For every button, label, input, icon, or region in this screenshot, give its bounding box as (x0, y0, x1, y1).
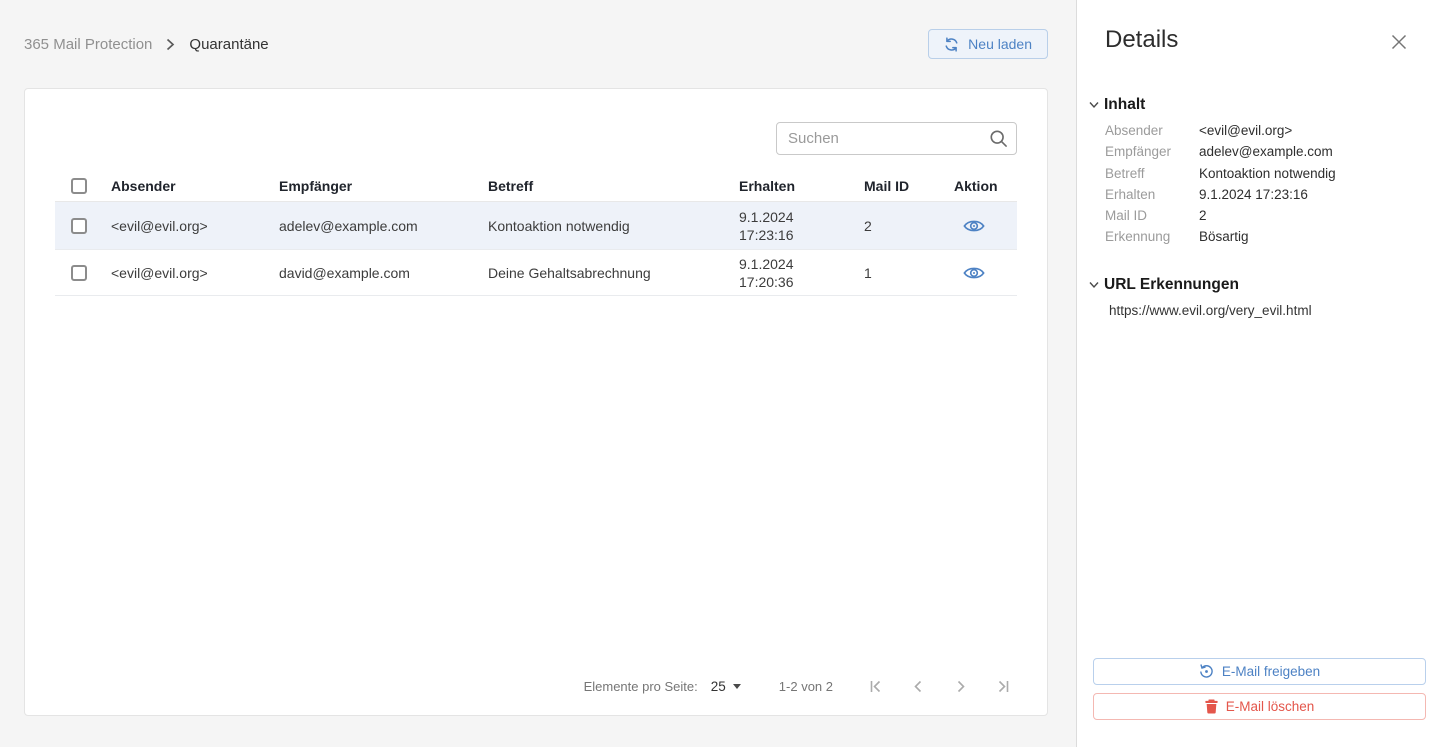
header-checkbox-cell (55, 178, 111, 194)
search-input[interactable] (776, 122, 1017, 155)
app-root: 365 Mail Protection Quarantäne Neu laden (0, 0, 1440, 747)
header-erhalten: Erhalten (739, 177, 864, 195)
field-betreff: Betreff Kontoaktion notwendig (1105, 167, 1424, 181)
reload-button[interactable]: Neu laden (928, 29, 1048, 59)
breadcrumb-parent[interactable]: 365 Mail Protection (24, 36, 152, 53)
table-row[interactable]: <evil@evil.org> adelev@example.com Konto… (55, 202, 1017, 250)
search-icon[interactable] (989, 129, 1008, 153)
caret-down-icon (733, 684, 741, 689)
cell-betreff: Kontoaktion notwendig (488, 218, 739, 234)
search-box (776, 122, 1017, 155)
view-details-eye-icon[interactable] (963, 265, 1017, 281)
topbar: 365 Mail Protection Quarantäne Neu laden (0, 0, 1076, 88)
field-mail-id: Mail ID 2 (1105, 209, 1424, 223)
header-aktion: Aktion (954, 178, 1017, 194)
pager-controls (870, 680, 1009, 693)
details-actions: E-Mail freigeben E-Mail löschen (1077, 658, 1440, 747)
delete-email-button[interactable]: E-Mail löschen (1093, 693, 1426, 720)
header-absender: Absender (111, 178, 279, 194)
search-row (55, 122, 1017, 155)
cell-erhalten: 9.1.2024 17:23:16 (739, 208, 864, 244)
main-area: 365 Mail Protection Quarantäne Neu laden (0, 0, 1076, 747)
cell-absender: <evil@evil.org> (111, 218, 279, 234)
chevron-down-icon (1089, 281, 1099, 289)
row-checkbox-cell (55, 265, 111, 281)
table-row[interactable]: <evil@evil.org> david@example.com Deine … (55, 250, 1017, 296)
delete-email-label: E-Mail löschen (1226, 699, 1315, 714)
details-panel: Details Inhalt Absender <evil@evil.org> … (1076, 0, 1440, 747)
cell-empfaenger: adelev@example.com (279, 218, 488, 234)
select-all-checkbox[interactable] (71, 178, 87, 194)
items-per-page-select[interactable]: 25 (711, 679, 741, 694)
items-per-page-label: Elemente pro Seite: (584, 679, 698, 694)
section-url-header[interactable]: URL Erkennungen (1089, 276, 1440, 294)
cell-mail-id: 1 (864, 265, 954, 281)
inhalt-fields: Absender <evil@evil.org> Empfänger adele… (1105, 124, 1424, 245)
prev-page-icon[interactable] (912, 680, 925, 693)
field-empfaenger: Empfänger adelev@example.com (1105, 145, 1424, 159)
cell-aktion (954, 265, 1017, 281)
breadcrumb: 365 Mail Protection Quarantäne (24, 36, 269, 53)
next-page-icon[interactable] (954, 680, 967, 693)
row-checkbox-cell (55, 218, 111, 234)
cell-aktion (954, 218, 1017, 234)
detected-url: https://www.evil.org/very_evil.html (1109, 303, 1424, 318)
release-icon (1199, 664, 1214, 679)
close-icon[interactable] (1391, 34, 1407, 50)
release-email-label: E-Mail freigeben (1222, 664, 1320, 679)
cell-erhalten: 9.1.2024 17:20:36 (739, 255, 864, 291)
release-email-button[interactable]: E-Mail freigeben (1093, 658, 1426, 685)
cell-betreff: Deine Gehaltsabrechnung (488, 265, 739, 281)
first-page-icon[interactable] (870, 680, 883, 693)
row-checkbox[interactable] (71, 265, 87, 281)
row-checkbox[interactable] (71, 218, 87, 234)
section-url-title: URL Erkennungen (1104, 276, 1239, 294)
trash-icon (1205, 699, 1218, 714)
field-absender: Absender <evil@evil.org> (1105, 124, 1424, 138)
chevron-down-icon (1089, 101, 1099, 109)
cell-absender: <evil@evil.org> (111, 265, 279, 281)
section-url-erkennungen: URL Erkennungen https://www.evil.org/ver… (1077, 276, 1440, 318)
section-inhalt-header[interactable]: Inhalt (1089, 96, 1440, 114)
breadcrumb-chevron-icon (166, 38, 175, 51)
reload-icon (944, 37, 959, 52)
quarantine-table: Absender Empfänger Betreff Erhalten Mail… (55, 171, 1017, 296)
header-betreff: Betreff (488, 178, 739, 194)
details-panel-title: Details (1105, 26, 1412, 54)
last-page-icon[interactable] (996, 680, 1009, 693)
header-mail-id: Mail ID (864, 178, 954, 194)
field-erkennung: Erkennung Bösartig (1105, 230, 1424, 244)
pagination-range-label: 1-2 von 2 (779, 679, 833, 694)
quarantine-card: Absender Empfänger Betreff Erhalten Mail… (24, 88, 1048, 716)
section-inhalt-title: Inhalt (1104, 96, 1145, 114)
view-details-eye-icon[interactable] (963, 218, 1017, 234)
table-header-row: Absender Empfänger Betreff Erhalten Mail… (55, 171, 1017, 202)
section-inhalt: Inhalt Absender <evil@evil.org> Empfänge… (1077, 96, 1440, 252)
cell-empfaenger: david@example.com (279, 265, 488, 281)
field-erhalten: Erhalten 9.1.2024 17:23:16 (1105, 188, 1424, 202)
breadcrumb-current: Quarantäne (189, 36, 268, 53)
cell-mail-id: 2 (864, 218, 954, 234)
pagination-bar: Elemente pro Seite: 25 1-2 von 2 (25, 679, 1047, 694)
reload-button-label: Neu laden (968, 36, 1032, 52)
header-empfaenger: Empfänger (279, 178, 488, 194)
